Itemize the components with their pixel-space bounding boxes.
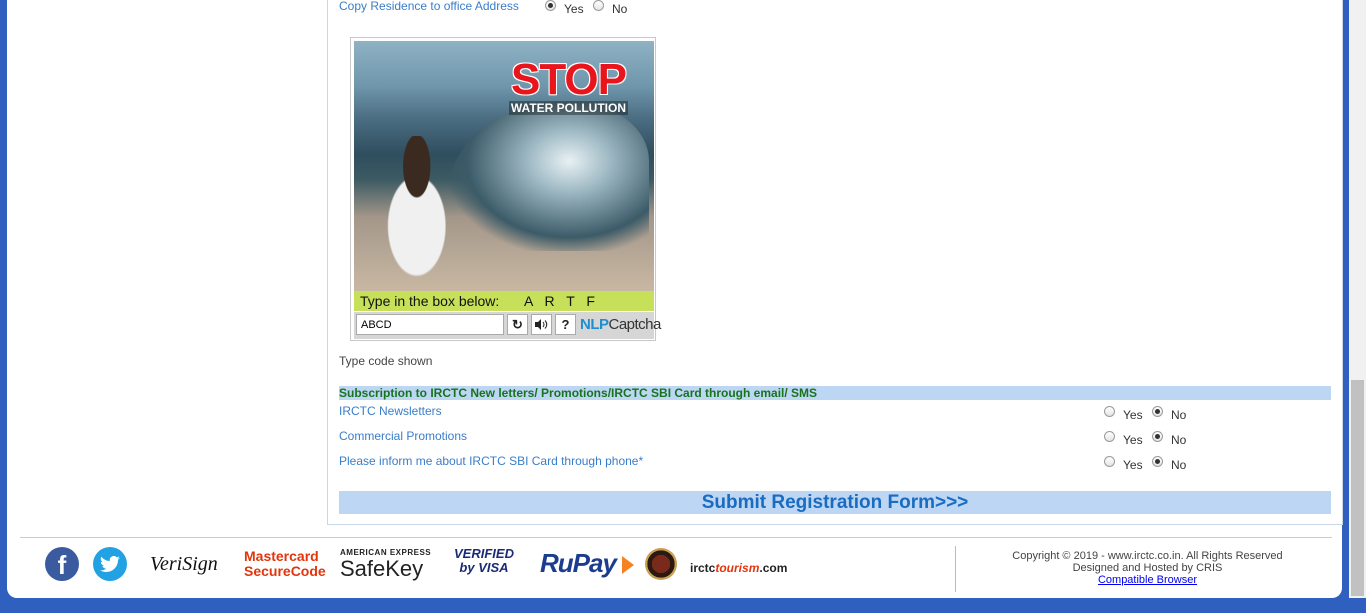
copy-address-label: Copy Residence to office Address	[339, 0, 519, 13]
speaker-icon[interactable]	[531, 314, 552, 335]
captcha-widget: STOP WATER POLLUTION Type in the box bel…	[350, 37, 661, 341]
promotions-yes-radio[interactable]	[1104, 431, 1115, 442]
newsletters-label: IRCTC Newsletters	[339, 404, 442, 418]
copy-address-no-radio[interactable]	[593, 0, 604, 11]
copy-address-yes-label: Yes	[564, 2, 584, 16]
nlp-brand-text: NLP	[580, 316, 609, 333]
captcha-controls: ↻ ? NLPCaptcha	[354, 312, 661, 339]
captcha-brand-text: Captcha	[608, 316, 662, 333]
hosted-by-text: Designed and Hosted by CRIS	[1072, 562, 1223, 574]
captcha-hint: Type code shown	[339, 354, 433, 368]
nlp-captcha-logo: NLPCaptcha	[580, 316, 661, 333]
speaker-glyph	[535, 319, 548, 330]
captcha-prompt-bar: Type in the box below: A R T F	[354, 291, 654, 311]
amex-safekey-logo: AMERICAN EXPRESS SafeKey	[340, 548, 431, 581]
copy-address-no-label: No	[612, 2, 628, 16]
promotions-no-label: No	[1171, 433, 1187, 447]
mastercard-text: Mastercard	[244, 548, 319, 564]
captcha-input[interactable]	[356, 314, 504, 335]
irctc-suffix: .com	[759, 561, 788, 575]
sbi-card-no-label: No	[1171, 458, 1187, 472]
scrollbar-thumb[interactable]	[1351, 380, 1364, 596]
verisign-logo: VeriSign	[150, 553, 218, 575]
footer-divider-line	[20, 537, 1332, 538]
newsletters-yes-radio[interactable]	[1104, 406, 1115, 417]
subscription-header: Subscription to IRCTC New letters/ Promo…	[339, 386, 1331, 400]
copyright-text: Copyright © 2019 - www.irctc.co.in. All …	[1012, 550, 1283, 562]
promotions-label: Commercial Promotions	[339, 429, 468, 443]
newsletters-no-label: No	[1171, 408, 1187, 422]
mastercard-securecode-logo: Mastercard SecureCode	[244, 549, 326, 579]
twitter-bird-glyph	[100, 556, 120, 573]
irctc-tourism-logo[interactable]: irctctourism.com	[690, 561, 787, 575]
submit-registration-button[interactable]: Submit Registration Form>>>	[339, 491, 1331, 514]
newsletters-yes-label: Yes	[1123, 408, 1143, 422]
twitter-icon[interactable]	[93, 547, 127, 581]
sbi-card-yes-label: Yes	[1123, 458, 1143, 472]
promotions-yes-label: Yes	[1123, 433, 1143, 447]
irctc-tourism-text: tourism	[715, 561, 760, 575]
promotions-no-radio[interactable]	[1152, 431, 1163, 442]
verified-by-visa-logo: VERIFIED by VISA	[454, 547, 514, 575]
verified-text: VERIFIED	[454, 546, 514, 561]
safekey-text: SafeKey	[340, 556, 424, 581]
irctc-prefix: irctc	[690, 561, 716, 575]
sbi-card-yes-radio[interactable]	[1104, 456, 1115, 467]
copyright-block: Copyright © 2019 - www.irctc.co.in. All …	[960, 550, 1335, 586]
rupay-arrow-icon	[622, 556, 634, 574]
facebook-icon[interactable]: f	[45, 547, 79, 581]
by-visa-text: by VISA	[459, 560, 509, 575]
wave-graphic	[449, 101, 649, 251]
rupay-logo: RuPay	[540, 548, 617, 578]
captcha-prompt-label: Type in the box below:	[360, 293, 500, 309]
captcha-image-subheading: WATER POLLUTION	[508, 101, 628, 115]
compatible-browser-link[interactable]: Compatible Browser	[1098, 574, 1197, 586]
sbi-card-no-radio[interactable]	[1152, 456, 1163, 467]
child-graphic	[374, 136, 469, 286]
footer-vertical-divider	[955, 546, 956, 592]
captcha-image: STOP WATER POLLUTION	[354, 41, 654, 293]
copy-address-yes-radio[interactable]	[545, 0, 556, 11]
captcha-image-heading: STOP	[510, 55, 627, 104]
sbi-card-label: Please inform me about IRCTC SBI Card th…	[339, 454, 644, 468]
emblem-icon	[645, 548, 677, 580]
question-icon[interactable]: ?	[555, 314, 576, 335]
newsletters-no-radio[interactable]	[1152, 406, 1163, 417]
refresh-icon[interactable]: ↻	[507, 314, 528, 335]
securecode-text: SecureCode	[244, 563, 326, 579]
captcha-code: A R T F	[524, 293, 599, 309]
